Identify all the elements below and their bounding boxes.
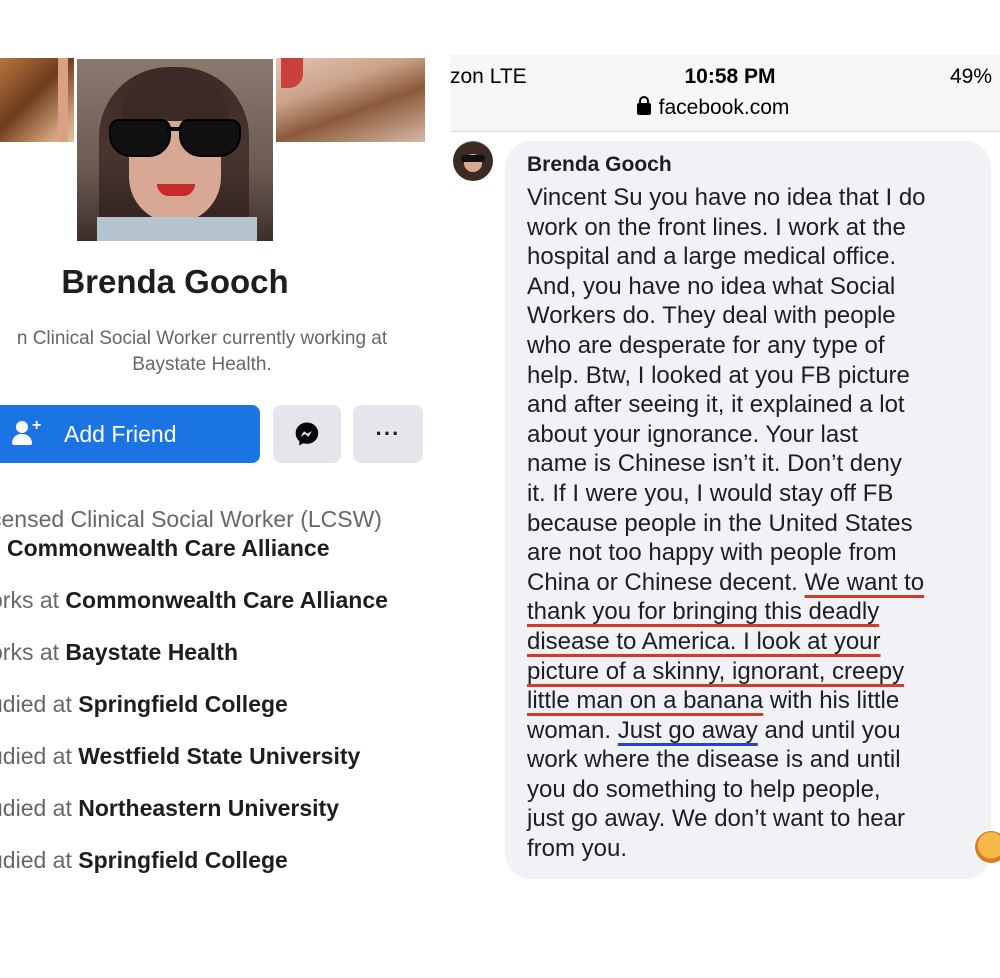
- about-item[interactable]: udied at Westfield State University: [0, 743, 360, 770]
- comment-line: work where the disease is and until: [527, 746, 901, 774]
- comment-line: disease to America. I look at your: [527, 627, 969, 657]
- comment-line: and after seeing it, it explained a lot: [527, 391, 905, 419]
- comment-line: from you.: [527, 835, 628, 863]
- comment-line: work on the front lines. I work at the: [527, 213, 906, 241]
- add-friend-label: Add Friend: [64, 420, 177, 447]
- lock-icon: [636, 96, 651, 115]
- comment-line: help. Btw, I looked at you FB picture: [527, 361, 910, 389]
- red-underline: We want to: [804, 568, 925, 596]
- comment-line: little man on a banana with his little: [527, 687, 900, 715]
- comment-line: picture of a skinny, ignorant, creepy: [527, 657, 969, 687]
- blue-underline: Just go away: [617, 716, 758, 744]
- about-item[interactable]: orks at Commonwealth Care Alliance: [0, 587, 388, 614]
- url-text: facebook.com: [658, 96, 790, 119]
- mobile-comment-panel: zon LTE 10:58 PM 49% facebook.com Brenda…: [450, 55, 1000, 978]
- profile-bio: n Clinical Social Worker currently worki…: [0, 326, 412, 378]
- profile-panel: Brenda Gooch n Clinical Social Worker cu…: [0, 0, 440, 978]
- profile-picture[interactable]: [74, 56, 276, 244]
- red-underline: little man on a banana: [527, 687, 764, 715]
- bio-line-1: n Clinical Social Worker currently worki…: [16, 328, 388, 349]
- comment-line: are not too happy with people from: [527, 539, 897, 567]
- battery-level: 49%: [949, 65, 992, 88]
- comment-line: name is Chinese isn’t it. Don’t deny: [527, 450, 902, 478]
- comment-line: thank you for bringing this deadly: [527, 597, 969, 627]
- comment-line: woman. Just go away and until you: [527, 716, 901, 744]
- browser-status-bar: zon LTE 10:58 PM 49% facebook.com: [450, 55, 1000, 132]
- profile-photo: [77, 59, 273, 241]
- profile-name: Brenda Gooch: [61, 263, 289, 300]
- bio-line-2: Baystate Health.: [132, 354, 272, 375]
- comment-line: about your ignorance. Your last: [527, 420, 858, 448]
- comment-line: hospital and a large medical office.: [527, 243, 897, 271]
- address-bar[interactable]: facebook.com: [450, 96, 976, 120]
- clock: 10:58 PM: [684, 65, 776, 88]
- about-item[interactable]: Commonwealth Care Alliance: [7, 535, 330, 562]
- messenger-icon: [295, 422, 319, 446]
- person-plus-icon: +: [12, 417, 42, 447]
- comment-text: Vincent Su you have no idea that I do wo…: [527, 183, 969, 864]
- comment-line: And, you have no idea what Social: [527, 272, 896, 300]
- about-item[interactable]: udied at Springfield College: [0, 847, 288, 874]
- comment-line: just go away. We don’t want to hear: [527, 805, 905, 833]
- comment-line: Workers do. They deal with people: [527, 302, 896, 330]
- carrier-label: zon LTE: [450, 65, 527, 88]
- red-underline: picture of a skinny, ignorant, creepy: [527, 657, 905, 685]
- reaction-icon[interactable]: [975, 831, 1000, 863]
- add-friend-button[interactable]: + Add Friend: [0, 405, 260, 463]
- cover-photo-left: [0, 58, 74, 142]
- more-options-button[interactable]: ···: [353, 405, 423, 463]
- comment-line: Vincent Su you have no idea that I do: [527, 184, 926, 211]
- comment-line: you do something to help people,: [527, 775, 881, 803]
- message-button[interactable]: [273, 405, 341, 463]
- comment-line: who are desperate for any type of: [527, 331, 885, 359]
- about-item: censed Clinical Social Worker (LCSW): [0, 506, 382, 532]
- sunglasses: [109, 119, 241, 157]
- red-underline: disease to America. I look at your: [527, 627, 881, 655]
- comment-line: China or Chinese decent. We want to: [527, 568, 925, 596]
- commenter-avatar[interactable]: [453, 141, 493, 181]
- comment-line: because people in the United States: [527, 509, 913, 537]
- comment-bubble: Brenda Gooch Vincent Su you have no idea…: [505, 141, 991, 879]
- comment-author[interactable]: Brenda Gooch: [527, 151, 969, 183]
- red-underline: thank you for bringing this deadly: [527, 598, 880, 626]
- about-item[interactable]: orks at Baystate Health: [0, 639, 238, 666]
- about-item[interactable]: udied at Springfield College: [0, 691, 288, 718]
- about-item[interactable]: udied at Northeastern University: [0, 795, 339, 822]
- comment-line: it. If I were you, I would stay off FB: [527, 479, 894, 507]
- cover-photo-right: [275, 58, 425, 142]
